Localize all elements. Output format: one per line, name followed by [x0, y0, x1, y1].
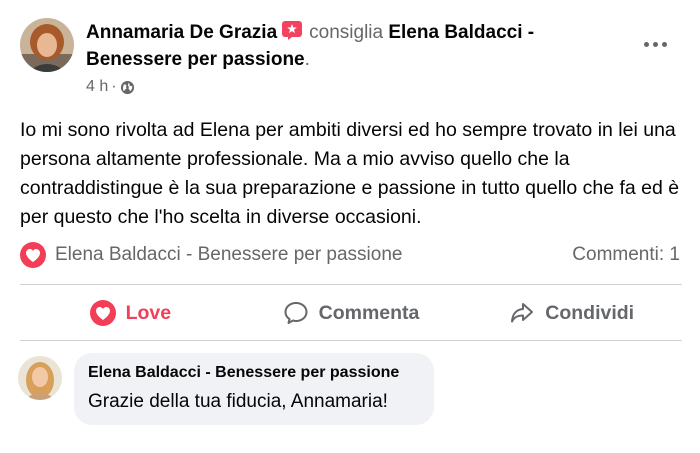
post-text: Io mi sono rivolta ad Elena per ambiti d… — [20, 119, 680, 228]
reply-text: Grazie della tua fiducia, Annamaria! — [88, 391, 388, 412]
heart-icon — [89, 300, 116, 326]
love-label: Love — [125, 301, 172, 324]
author-avatar[interactable] — [20, 18, 74, 72]
divider-top — [20, 284, 682, 285]
action-bar: Love Commenta Condividi — [20, 290, 682, 336]
comment-button[interactable]: Commenta — [241, 290, 462, 336]
post-timestamp[interactable]: 4 h — [86, 78, 108, 96]
post-meta: 4 h · — [86, 78, 135, 96]
more-options-icon[interactable] — [638, 30, 672, 58]
more-dot — [652, 41, 658, 47]
author-name[interactable]: Annamaria De Grazia — [86, 22, 277, 43]
more-dot — [643, 41, 649, 47]
comments-count[interactable]: Commenti: 1 — [572, 244, 680, 266]
meta-separator: · — [111, 78, 117, 95]
reply-avatar[interactable] — [18, 356, 62, 400]
header-period: . — [304, 49, 310, 70]
more-dot — [661, 41, 667, 47]
reply-author-name[interactable]: Elena Baldacci - Benessere per passione — [88, 364, 399, 382]
share-icon — [511, 303, 534, 323]
comment-bubble: Elena Baldacci - Benessere per passione … — [74, 353, 434, 425]
recommend-verb: consiglia — [309, 22, 384, 43]
recommend-star-icon — [281, 19, 303, 41]
comment-label: Commenta — [318, 301, 420, 324]
heart-reaction-icon[interactable] — [20, 242, 46, 268]
reactors-names[interactable]: Elena Baldacci - Benessere per passione — [55, 244, 402, 266]
divider-bottom — [20, 340, 682, 341]
reactions-summary: Elena Baldacci - Benessere per passione … — [20, 240, 680, 270]
love-button[interactable]: Love — [20, 290, 241, 336]
share-label: Condividi — [545, 301, 635, 324]
share-button[interactable]: Condividi — [461, 290, 682, 336]
comment-icon — [284, 302, 308, 324]
globe-icon — [120, 80, 135, 95]
post-header: Annamaria De Grazia consiglia Elena Balda… — [86, 19, 596, 73]
